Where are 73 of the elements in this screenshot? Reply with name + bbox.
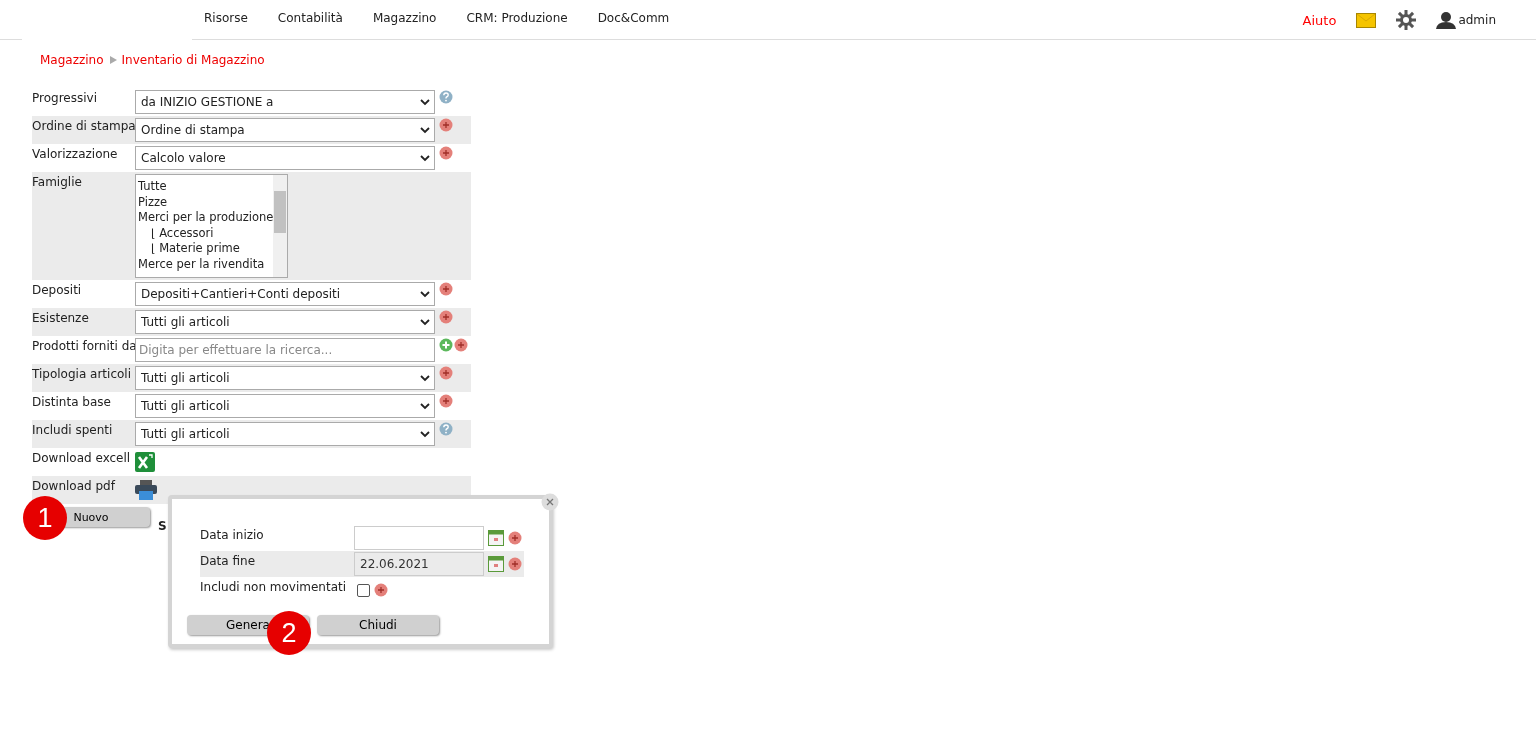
partial-text: S (158, 519, 167, 533)
date-field[interactable] (354, 526, 484, 550)
field-label: Tipologia articoli (32, 366, 132, 383)
plus-circle-icon[interactable] (454, 338, 468, 352)
plus-circle-icon[interactable] (439, 310, 453, 324)
printer-icon[interactable] (135, 480, 157, 500)
chevron-icon (420, 402, 430, 410)
breadcrumb-separator-icon (108, 56, 117, 64)
popup-button[interactable]: Chiudi (317, 615, 439, 635)
nav-link[interactable]: CRM: Produzione (466, 11, 568, 25)
add-icon[interactable] (439, 338, 453, 352)
field-label: Includi non movimentati (200, 579, 348, 594)
dropdown-field[interactable]: Depositi+Cantieri+Conti depositi (135, 282, 435, 306)
field-label: Download excell (32, 450, 132, 467)
plus-circle-icon[interactable] (439, 118, 453, 132)
help-link[interactable]: Aiuto (1302, 12, 1337, 28)
breadcrumb-link[interactable]: Inventario di Magazzino (121, 53, 265, 67)
nav-link[interactable]: Doc&Comm (597, 11, 670, 25)
nav-link[interactable]: Contabilità (277, 11, 343, 25)
calendar-icon[interactable] (488, 530, 504, 546)
user-icon (1436, 11, 1457, 29)
plus-circle-icon[interactable] (439, 394, 453, 408)
list-option[interactable]: ⌊ Materie prime (138, 241, 271, 257)
field-label: Data inizio (200, 527, 265, 542)
chevron-icon (420, 154, 430, 162)
envelope-icon[interactable] (1356, 12, 1377, 28)
plus-circle-icon[interactable] (508, 531, 522, 545)
chevron-icon (420, 374, 430, 382)
breadcrumb-link[interactable]: Magazzino (40, 53, 104, 67)
step-number-overlay: 1 (23, 496, 67, 540)
nav-link[interactable]: Magazzino (372, 11, 437, 25)
user-name[interactable]: admin (1458, 13, 1496, 27)
list-box[interactable]: Tutte Pizze Merci per la produzione ⌊ Accessori ⌊ Materie prime Merce per la rivendita (135, 174, 288, 278)
nav-link[interactable]: Risorse (204, 11, 248, 25)
list-option[interactable]: Pizze (138, 194, 271, 210)
field-label: Ordine di stampa (32, 118, 135, 135)
field-label: Valorizzazione (32, 146, 119, 163)
dropdown-field[interactable]: Tutti gli articoli (135, 394, 435, 418)
chevron-icon (420, 290, 430, 298)
field-label: Includi spenti (32, 422, 114, 439)
calendar-icon[interactable] (488, 556, 504, 572)
plus-circle-icon[interactable] (439, 146, 453, 160)
list-option[interactable]: Merce per la rivendita (138, 256, 271, 272)
field-label: Depositi (32, 282, 83, 299)
checkbox[interactable] (357, 583, 370, 597)
field-label: Progressivi (32, 90, 98, 107)
field-label: Esistenze (32, 310, 90, 327)
plus-circle-icon[interactable] (439, 366, 453, 380)
dropdown-field[interactable]: Tutti gli articoli (135, 366, 435, 390)
chevron-icon (420, 126, 430, 134)
list-option[interactable]: Merci per la produzione (138, 210, 271, 226)
spreadsheet-icon[interactable] (135, 452, 155, 472)
scrollbar[interactable] (273, 175, 287, 277)
plus-circle-icon[interactable] (374, 583, 388, 597)
chevron-icon (420, 318, 430, 326)
dropdown-field[interactable]: Ordine di stampa (135, 118, 435, 142)
dropdown-field[interactable]: Calcolo valore (135, 146, 435, 170)
settings-icon[interactable] (1396, 10, 1417, 30)
dropdown-field[interactable]: da INIZIO GESTIONE a (135, 90, 435, 114)
field-label: Famiglie (32, 174, 83, 191)
field-label: Download pdf (32, 478, 117, 495)
list-option[interactable]: Tutte (138, 179, 271, 195)
dropdown-field[interactable]: Tutti gli articoli (135, 422, 435, 446)
close-icon[interactable] (541, 493, 559, 511)
plus-circle-icon[interactable] (439, 282, 453, 296)
plus-circle-icon[interactable] (508, 557, 522, 571)
chevron-icon (420, 430, 430, 438)
field-label: Data fine (200, 553, 256, 568)
search-field[interactable]: Digita per effettuare la ricerca... (135, 338, 435, 362)
dropdown-field[interactable]: Tutti gli articoli (135, 310, 435, 334)
list-option[interactable]: ⌊ Accessori (138, 225, 271, 241)
chevron-icon (420, 98, 430, 106)
field-label: Distinta base (32, 394, 112, 411)
